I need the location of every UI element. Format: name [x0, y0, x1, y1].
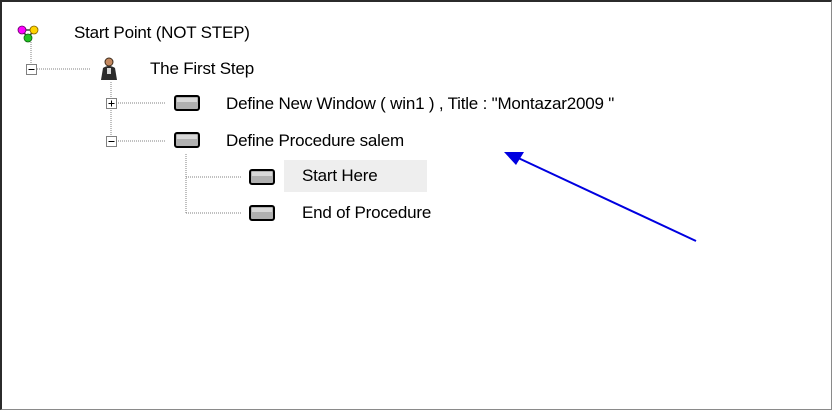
tree-view-panel: Start Point (NOT STEP) The First Step De… — [0, 0, 832, 410]
annotation-arrow — [504, 152, 697, 242]
